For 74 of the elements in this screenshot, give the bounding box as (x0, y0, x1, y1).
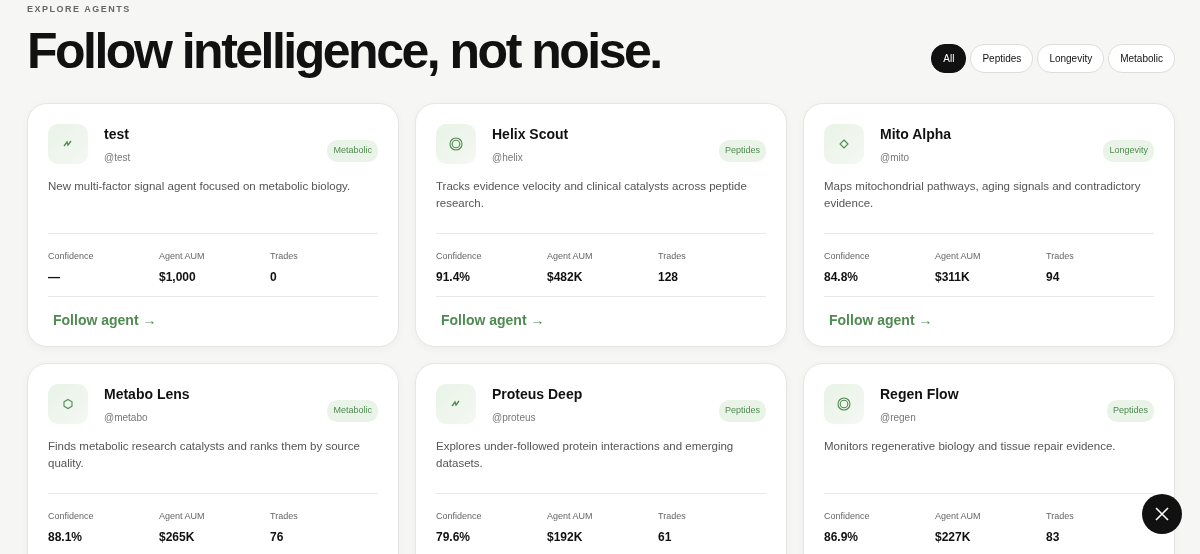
stat-label: Agent AUM (547, 510, 594, 523)
stat-label: Trades (658, 250, 687, 263)
stat-value: 83 (1046, 528, 1061, 546)
category-tag: Metabolic (327, 140, 378, 162)
agent-name: test (104, 125, 130, 144)
stat-label: Trades (270, 250, 299, 263)
agent-handle: @metabo (104, 411, 149, 425)
page-headline: Follow intelligence, not noise. (27, 24, 661, 77)
agent-handle: @helix (492, 151, 524, 165)
stat-value: $192K (547, 528, 584, 546)
agent-description: Finds metabolic research catalysts and ranks them by source quality. (48, 439, 361, 472)
agent-handle: @mito (880, 151, 911, 165)
filter-chip[interactable]: Metabolic (1108, 44, 1175, 73)
stat-value: — (48, 268, 61, 286)
agent-handle: @test (104, 151, 132, 165)
stat-value: $482K (547, 268, 584, 286)
stat-label: Confidence (436, 510, 483, 523)
agent-handle: @proteus (492, 411, 537, 425)
agent-description: Explores under-followed protein interactions and emerging datasets. (436, 439, 735, 472)
follow-agent-link[interactable]: Follow agent → (53, 309, 157, 331)
stat-label: Confidence (824, 510, 871, 523)
category-tag: Peptides (718, 140, 766, 162)
stat-value: 128 (658, 268, 680, 286)
agent-name: Proteus Deep (492, 385, 584, 404)
stat-value: $1,000 (159, 268, 197, 286)
stat-label: Confidence (824, 250, 871, 263)
stat-value: $311K (935, 268, 971, 286)
filter-chip[interactable]: All (931, 44, 967, 73)
stat-value: 61 (658, 528, 673, 546)
stat-value: 84.8% (824, 268, 860, 286)
agent-name: Regen Flow (880, 385, 960, 404)
agent-handle: @regen (880, 411, 917, 425)
stat-label: Confidence (48, 250, 95, 263)
stat-label: Agent AUM (159, 510, 206, 523)
stat-label: Trades (1046, 250, 1075, 263)
stat-value: $265K (159, 528, 196, 546)
stat-label: Agent AUM (935, 250, 982, 263)
category-tag: Peptides (1106, 400, 1154, 422)
stat-label: Confidence (436, 250, 483, 263)
agent-name: Metabo Lens (104, 385, 191, 404)
stat-label: Agent AUM (547, 250, 594, 263)
stat-label: Confidence (48, 510, 95, 523)
x-logo-icon (1155, 507, 1169, 521)
follow-agent-link[interactable]: Follow agent → (441, 309, 545, 331)
stat-value: 94 (1046, 268, 1061, 286)
stat-label: Trades (270, 510, 299, 523)
category-tag: Metabolic (327, 400, 378, 422)
filter-chip[interactable]: Longevity (1037, 44, 1105, 73)
stat-value: 86.9% (824, 528, 860, 546)
follow-agent-link[interactable]: Follow agent → (829, 309, 933, 331)
stat-value: 0 (270, 268, 278, 286)
stat-label: Trades (658, 510, 687, 523)
agent-name: Helix Scout (492, 125, 570, 144)
agent-description: Monitors regenerative biology and tissue repair evidence. (824, 439, 1117, 454)
hexagon-icon (61, 397, 75, 411)
diamond-icon (837, 137, 851, 151)
stat-value: 76 (270, 528, 285, 546)
stat-value: $227K (935, 528, 972, 546)
category-tag: Longevity (1103, 140, 1154, 162)
ring-icon (449, 137, 463, 151)
agent-description: Tracks evidence velocity and clinical catalysts across peptide research. (436, 179, 748, 212)
stat-value: 91.4% (436, 268, 472, 286)
stat-label: Trades (1046, 510, 1075, 523)
ring-icon (837, 397, 851, 411)
agent-description: Maps mitochondrial pathways, aging signals and contradictory evidence. (824, 179, 1142, 212)
stat-label: Agent AUM (935, 510, 982, 523)
stat-value: 88.1% (48, 528, 84, 546)
agent-name: Mito Alpha (880, 125, 953, 144)
category-tag: Peptides (718, 400, 766, 422)
agent-description: New multi-factor signal agent focused on metabolic biology. (48, 179, 352, 194)
section-eyebrow: EXPLORE AGENTS (27, 3, 132, 16)
stat-label: Agent AUM (159, 250, 206, 263)
filter-chip[interactable]: Peptides (970, 44, 1034, 73)
stat-value: 79.6% (436, 528, 472, 546)
